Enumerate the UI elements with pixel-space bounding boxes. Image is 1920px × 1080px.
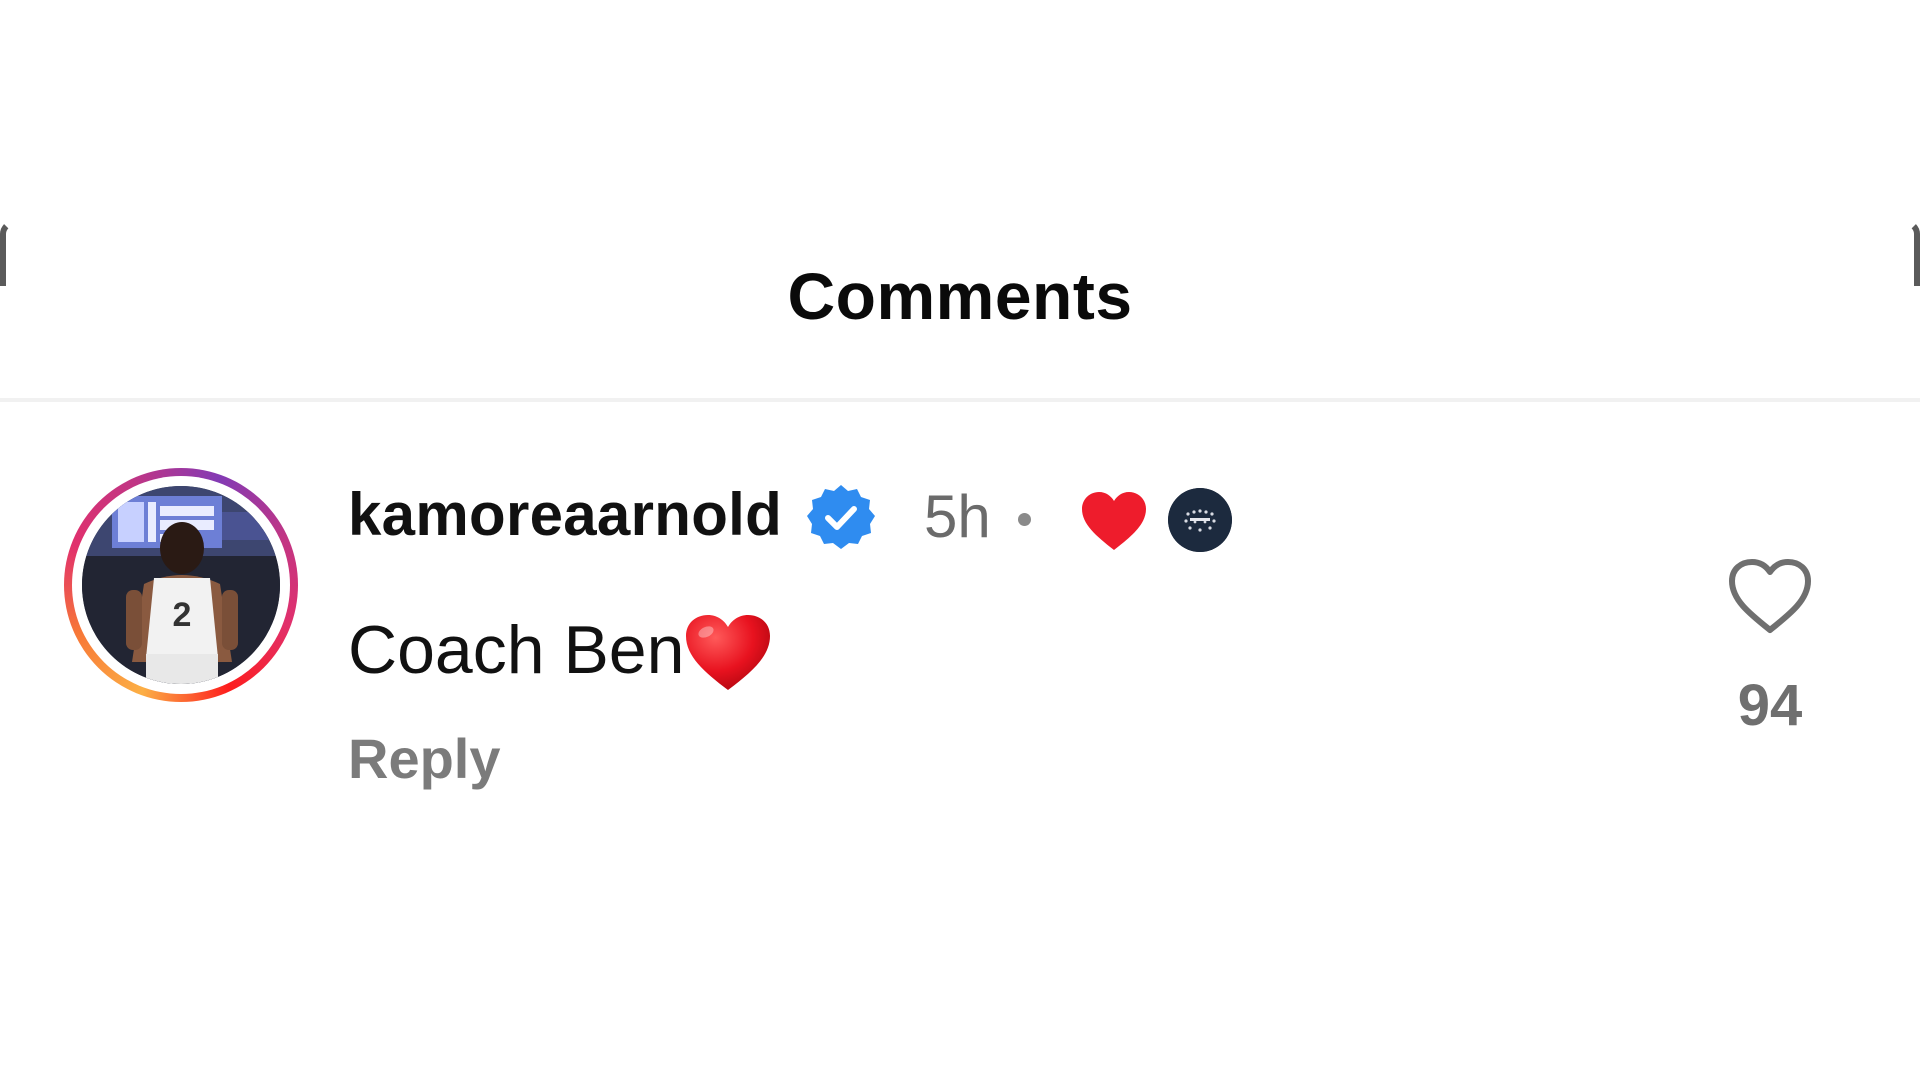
comment-item: 2 kamoreaarnold 5h Coach Ben Reply 94 [0, 460, 1920, 820]
separator-dot [1018, 513, 1031, 526]
comment-body: Coach Ben [348, 612, 685, 688]
comment-username[interactable]: kamoreaarnold [348, 480, 782, 549]
comment-text: Coach Ben [348, 608, 774, 692]
avatar[interactable]: 2 [82, 486, 280, 684]
avatar-image: 2 [82, 486, 280, 684]
page-title: Comments [787, 259, 1133, 333]
like-heart-outline-icon[interactable] [1726, 556, 1814, 636]
verified-badge-icon [807, 485, 875, 549]
comment-timestamp: 5h [924, 483, 991, 550]
post-author-avatar [1168, 488, 1232, 552]
reply-button[interactable]: Reply [348, 726, 501, 791]
red-heart-emoji-icon [686, 615, 771, 690]
heart-icon [1082, 492, 1146, 550]
post-author-logo-icon [1168, 488, 1232, 552]
avatar-ring-gap: 2 [72, 476, 290, 694]
like-count: 94 [1737, 673, 1803, 738]
svg-text:2: 2 [173, 596, 192, 634]
header-divider [0, 398, 1920, 402]
avatar-story-ring[interactable]: 2 [64, 468, 298, 702]
